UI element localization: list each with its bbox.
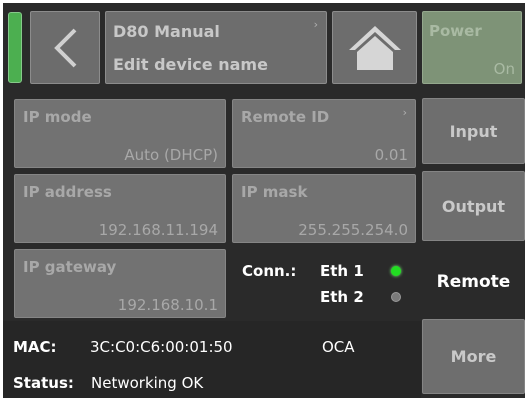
- status-bar: MAC: 3C:C0:C6:00:01:50 OCA Status: Netwo…: [3, 321, 421, 398]
- ip-mask-value: 255.255.254.0: [298, 221, 408, 239]
- ip-gateway-label: IP gateway: [23, 258, 117, 276]
- remote-id-field[interactable]: Remote ID › 0.01: [232, 99, 416, 168]
- status-indicator: [8, 12, 22, 83]
- ip-gateway-value: 192.168.10.1: [117, 296, 218, 314]
- device-subtitle: Edit device name: [113, 55, 268, 74]
- remote-id-value: 0.01: [374, 146, 408, 164]
- power-button[interactable]: Power On: [422, 11, 522, 84]
- device-screen: D80 Manual Edit device name › Power On I…: [3, 3, 525, 398]
- chevron-left-icon: [54, 28, 77, 68]
- mac-label: MAC:: [13, 338, 57, 356]
- status-value: Networking OK: [91, 374, 204, 392]
- ip-mode-field[interactable]: IP mode Auto (DHCP): [14, 99, 226, 168]
- more-label: More: [450, 347, 497, 366]
- back-button[interactable]: [30, 11, 100, 84]
- eth2-status-dot: [391, 292, 401, 302]
- power-label: Power: [429, 22, 482, 40]
- ip-gateway-field[interactable]: IP gateway 192.168.10.1: [14, 249, 226, 318]
- conn-label: Conn.:: [242, 262, 297, 280]
- ip-mask-label: IP mask: [241, 183, 308, 201]
- remote-label: Remote: [436, 272, 511, 292]
- output-button[interactable]: Output: [422, 171, 525, 241]
- ip-address-field[interactable]: IP address 192.168.11.194: [14, 174, 226, 243]
- status-label: Status:: [13, 374, 74, 392]
- input-button[interactable]: Input: [422, 98, 525, 164]
- mac-value: 3C:C0:C6:00:01:50: [90, 338, 233, 356]
- home-button[interactable]: [332, 11, 417, 84]
- eth1-label: Eth 1: [320, 262, 364, 280]
- remote-id-label: Remote ID: [241, 108, 330, 126]
- chevron-right-icon: ›: [313, 18, 318, 31]
- power-value: On: [493, 60, 515, 78]
- home-icon: [349, 26, 401, 70]
- chevron-right-icon: ›: [402, 106, 407, 119]
- eth1-status-dot: [391, 266, 401, 276]
- protocol-value: OCA: [322, 338, 355, 356]
- device-name-button[interactable]: D80 Manual Edit device name ›: [105, 11, 327, 84]
- eth2-label: Eth 2: [320, 288, 364, 306]
- input-label: Input: [449, 121, 498, 141]
- ip-address-label: IP address: [23, 183, 112, 201]
- ip-mask-field[interactable]: IP mask 255.255.254.0: [232, 174, 416, 243]
- ip-mode-value: Auto (DHCP): [124, 146, 218, 164]
- ip-address-value: 192.168.11.194: [98, 221, 218, 239]
- ip-mode-label: IP mode: [23, 108, 92, 126]
- connection-panel: Conn.: Eth 1 Eth 2: [232, 249, 422, 319]
- more-button[interactable]: More: [422, 319, 525, 394]
- device-title: D80 Manual: [113, 22, 220, 41]
- remote-button[interactable]: Remote: [422, 247, 525, 317]
- output-label: Output: [441, 196, 506, 216]
